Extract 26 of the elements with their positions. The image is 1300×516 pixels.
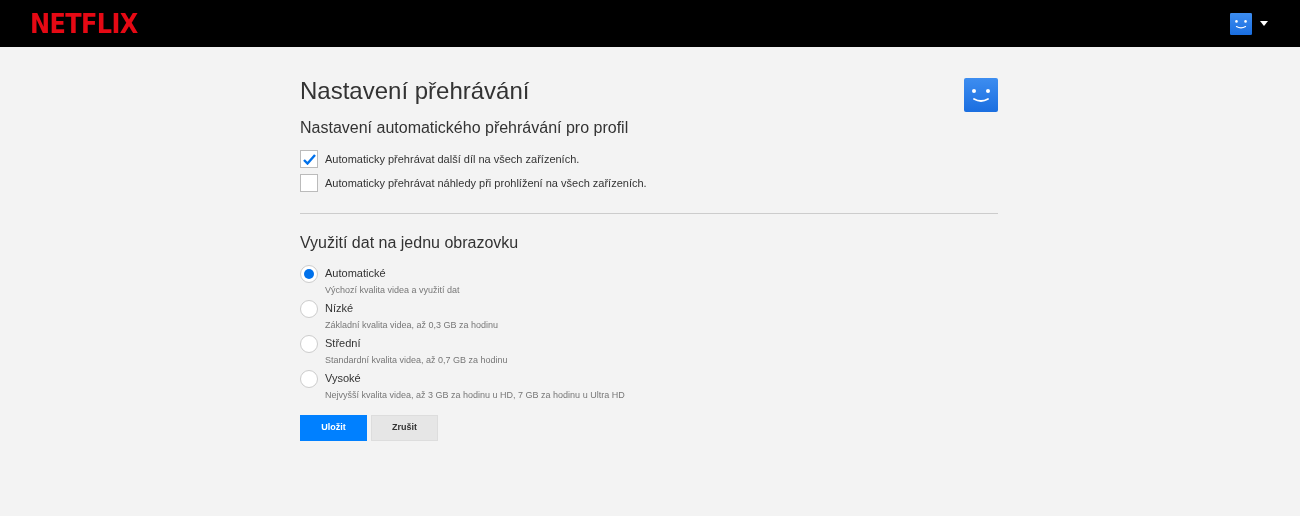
radio-button[interactable] bbox=[300, 265, 318, 283]
cancel-button[interactable]: Zrušit bbox=[371, 415, 438, 441]
page-title: Nastavení přehrávání bbox=[300, 76, 530, 106]
section-heading: Využití dat na jednu obrazovku bbox=[300, 233, 520, 253]
section-heading: Nastavení automatického přehrávání pro profil bbox=[300, 118, 630, 138]
checkbox-label: Automaticky přehrávat náhledy při prohlížení na všech zařízeních. bbox=[325, 175, 647, 191]
caret-icon[interactable] bbox=[1260, 21, 1268, 26]
logo[interactable]: NETFLIX bbox=[30, 3, 138, 44]
option-description: Základní kvalita videa, až 0,3 GB za hodinu bbox=[325, 319, 499, 332]
option-description: Standardní kvalita videa, až 0,7 GB za hodinu bbox=[325, 354, 508, 367]
option-label: Automatické bbox=[325, 266, 387, 281]
option-description: Výchozí kvalita videa a využití dat bbox=[325, 284, 460, 297]
save-button[interactable]: Uložit bbox=[300, 415, 367, 441]
radio-button[interactable] bbox=[300, 370, 318, 388]
checkbox[interactable] bbox=[300, 174, 318, 192]
radio-button[interactable] bbox=[300, 335, 318, 353]
profile-icon bbox=[1230, 12, 1252, 35]
checkbox[interactable] bbox=[300, 150, 318, 168]
option-description: Nejvyšší kvalita videa, až 3 GB za hodinu u HD, 7 GB za hodinu u Ultra HD bbox=[325, 389, 625, 402]
checkbox-label: Automaticky přehrávat další díl na všech zařízeních. bbox=[325, 151, 580, 167]
profile-icon bbox=[964, 78, 998, 112]
option-label: Střední bbox=[325, 336, 362, 351]
check-icon bbox=[302, 153, 316, 165]
option-label: Vysoké bbox=[325, 371, 362, 386]
option-label: Nízké bbox=[325, 301, 355, 316]
radio-button[interactable] bbox=[300, 300, 318, 318]
